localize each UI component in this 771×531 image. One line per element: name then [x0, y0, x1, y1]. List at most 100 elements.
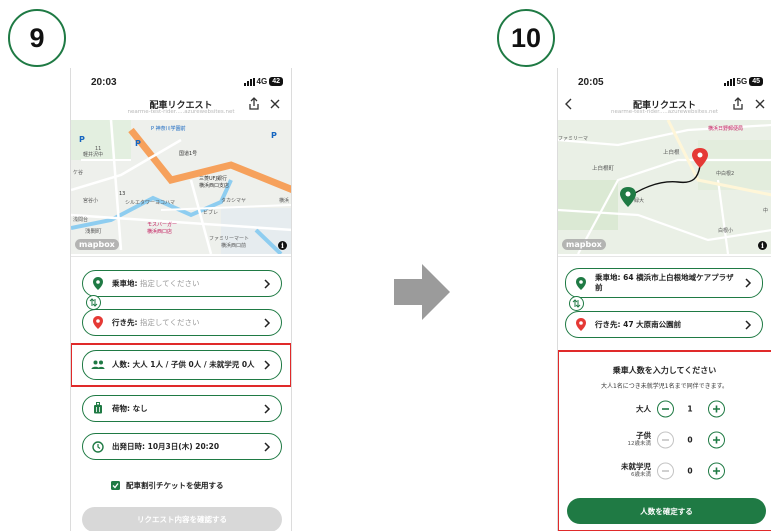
destination-field[interactable]: 行き先: 指定してください — [82, 309, 282, 336]
signal-icon — [243, 77, 255, 86]
map-label: シルエタワーヨコハマ — [125, 199, 175, 206]
destination-field[interactable]: 行き先: 47 大原南公園前 — [565, 311, 763, 338]
phone-screen-step-9: 20:03 4G 42 配車リクエスト nearme-test-rider...… — [70, 68, 292, 531]
pin-icon — [574, 276, 588, 290]
swap-icon — [89, 298, 98, 307]
passenger-panel-note: 大人1名につき未就学児1名まで同伴できます。 — [600, 383, 729, 390]
discount-ticket-label: 配車割引チケットを使用する — [126, 481, 224, 490]
map-label: 白根小 — [718, 227, 733, 234]
map-label: タカシマヤ — [221, 197, 246, 204]
adult-decrement-button[interactable] — [657, 400, 674, 418]
network-type: 5G — [736, 77, 748, 86]
luggage-icon — [91, 402, 105, 416]
preschooler-label: 未就学児 — [621, 462, 651, 471]
departure-time-field[interactable]: 出発日時: 10月3日(木) 20:20 — [82, 433, 282, 460]
minus-icon — [662, 439, 669, 441]
departure-value: 10月3日(木) 20:20 — [147, 441, 220, 451]
map-view[interactable]: P P 神奈川学園前 P 国道1号 P ケ谷 軽井沢中 11 三菱UFJ銀行 横… — [71, 120, 291, 254]
map-label: 横浜西口支店 — [199, 182, 229, 189]
status-time: 20:03 — [91, 77, 117, 88]
map-label: P — [271, 131, 277, 140]
preschooler-decrement-button[interactable] — [657, 462, 674, 480]
map-label: 宮谷小 — [83, 197, 98, 204]
preschooler-age-note: 6歳未満 — [631, 472, 651, 478]
plus-icon — [713, 436, 720, 444]
chevron-right-icon — [264, 317, 271, 328]
network-type: 4G — [256, 77, 268, 86]
child-decrement-button[interactable] — [657, 431, 674, 449]
clock-icon — [91, 440, 105, 454]
map-label: 国道1号 — [179, 150, 197, 157]
passenger-label: 人数: — [112, 360, 130, 369]
chevron-right-icon — [264, 360, 271, 370]
map-label: 上白根町 — [592, 164, 615, 172]
map-label: P 神奈川学園前 — [151, 125, 186, 132]
checkbox-checked-icon — [111, 481, 120, 490]
map-info-icon[interactable]: i — [278, 241, 287, 250]
plus-icon — [713, 467, 720, 475]
child-count: 0 — [687, 435, 693, 445]
adult-count-row: 大人 1 — [558, 398, 771, 420]
swap-locations-button[interactable] — [86, 295, 101, 310]
discount-ticket-checkbox[interactable]: 配車割引チケットを使用する — [111, 480, 224, 491]
close-icon[interactable] — [753, 97, 767, 111]
destination-label: 行き先: — [595, 319, 621, 329]
battery-icon: 45 — [749, 77, 763, 86]
step-badge-9: 9 — [8, 9, 66, 67]
share-icon[interactable] — [247, 97, 261, 111]
pickup-label: 乗車地: — [112, 278, 138, 288]
map-label: ファミリーマ — [558, 136, 588, 142]
destination-value: 指定してください — [139, 317, 200, 327]
map-label: 中 — [763, 207, 768, 214]
child-count-row: 子供 12歳未満 0 — [558, 429, 771, 451]
signal-icon — [723, 77, 735, 86]
map-label: 横浜 — [279, 197, 289, 204]
destination-value: 47 大原南公園前 — [623, 319, 682, 329]
preschooler-increment-button[interactable] — [708, 462, 725, 480]
arrow-right-icon — [394, 264, 450, 320]
departure-label: 出発日時: — [112, 441, 145, 451]
chevron-right-icon — [264, 441, 271, 452]
preschooler-count: 0 — [687, 466, 693, 476]
confirm-request-button[interactable]: リクエスト内容を確認する — [82, 507, 282, 531]
destination-label: 行き先: — [112, 317, 138, 327]
child-increment-button[interactable] — [708, 431, 725, 449]
map-label: 横浜日野郵便局 — [708, 125, 743, 132]
chevron-right-icon — [745, 278, 752, 288]
people-icon — [91, 358, 105, 372]
chevron-right-icon — [745, 319, 752, 330]
child-label: 子供 — [636, 431, 651, 440]
pickup-field[interactable]: 乗車地: 指定してください — [82, 270, 282, 297]
adult-increment-button[interactable] — [708, 400, 725, 418]
luggage-label: 荷物: — [112, 403, 130, 413]
status-bar: 20:05 5G 45 — [558, 77, 771, 91]
map-info-icon[interactable]: i — [758, 241, 767, 250]
destination-pin-icon — [91, 316, 105, 330]
swap-locations-button[interactable] — [569, 296, 584, 311]
confirm-passengers-button[interactable]: 人数を確定する — [567, 498, 766, 524]
pickup-label: 乗車地: — [595, 273, 621, 282]
map-label: P — [79, 135, 85, 144]
battery-icon: 42 — [269, 77, 283, 86]
map-view[interactable]: 横浜日野郵便局 ファミリーマ 上白根 上白根町 中白根2 緑大 白根小 中 ma… — [558, 120, 771, 254]
luggage-field[interactable]: 荷物: なし — [82, 395, 282, 422]
close-icon[interactable] — [268, 97, 282, 111]
pickup-value: 指定してください — [139, 278, 200, 288]
map-label: 横浜西口前 — [221, 242, 246, 249]
destination-pin-icon — [574, 318, 588, 332]
map-label: ファミリーマート — [209, 236, 249, 242]
adult-count: 1 — [687, 404, 693, 414]
preschooler-count-row: 未就学児 6歳未満 0 — [558, 460, 771, 482]
luggage-value: なし — [132, 403, 148, 413]
minus-icon — [662, 408, 669, 410]
map-label: ビブレ — [203, 209, 218, 216]
pickup-field[interactable]: 乗車地: 64 横浜市上白根地域ケアプラザ前 — [565, 268, 763, 298]
map-label: モスバーガー — [147, 221, 177, 228]
map-label: 中白根2 — [716, 170, 734, 177]
passenger-count-field[interactable]: 人数: 大人 1人 / 子供 0人 / 未就学児 0人 — [82, 350, 282, 380]
minus-icon — [662, 470, 669, 472]
adult-label: 大人 — [636, 404, 651, 414]
passenger-panel-title: 乗車人数を入力してください — [612, 366, 717, 375]
share-icon[interactable] — [731, 97, 745, 111]
map-label: 浅間町 — [85, 227, 102, 235]
